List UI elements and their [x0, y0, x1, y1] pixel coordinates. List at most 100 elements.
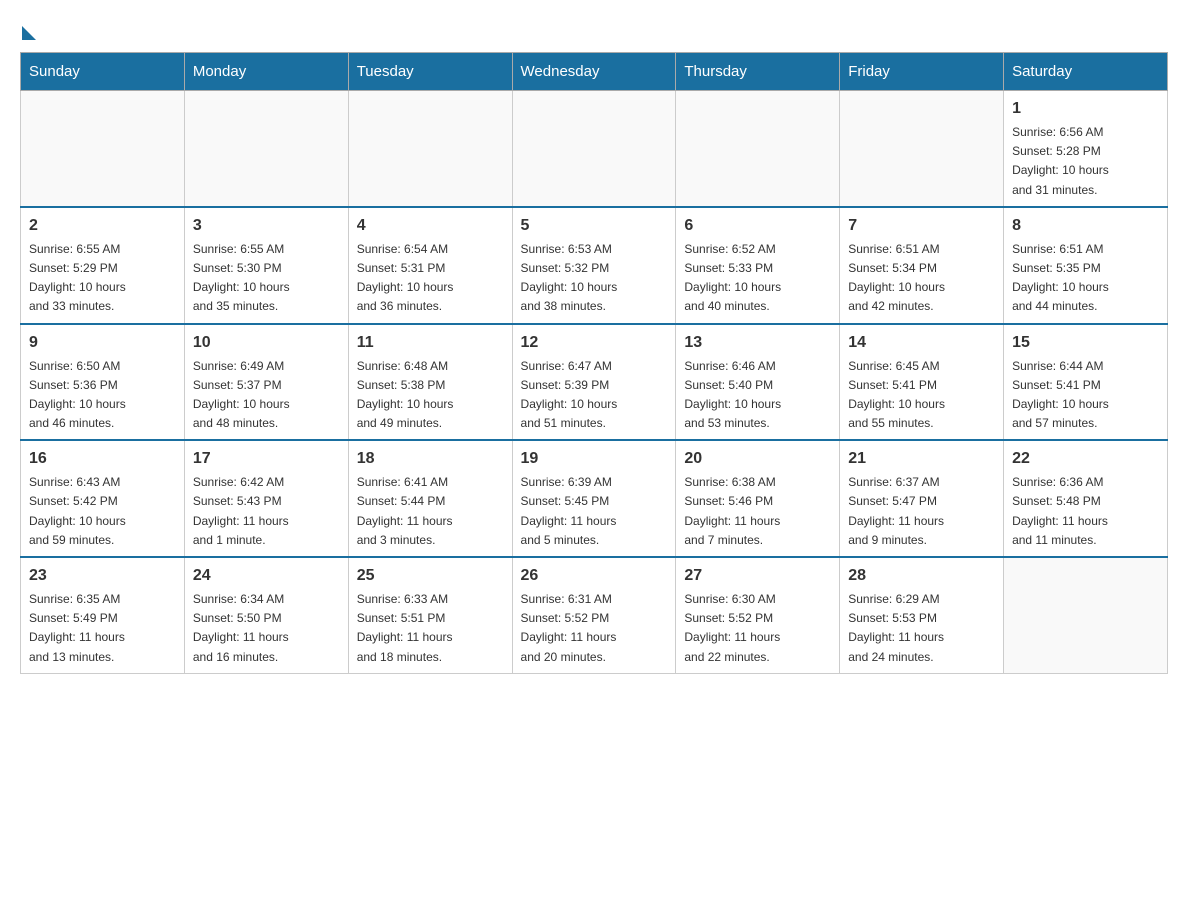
day-info: Sunrise: 6:49 AM Sunset: 5:37 PM Dayligh…	[193, 357, 340, 434]
calendar-day-cell	[676, 91, 840, 207]
calendar-day-cell: 9Sunrise: 6:50 AM Sunset: 5:36 PM Daylig…	[21, 324, 185, 441]
day-number: 21	[848, 447, 995, 471]
day-number: 23	[29, 564, 176, 588]
calendar-day-cell: 10Sunrise: 6:49 AM Sunset: 5:37 PM Dayli…	[184, 324, 348, 441]
calendar-day-cell: 6Sunrise: 6:52 AM Sunset: 5:33 PM Daylig…	[676, 207, 840, 324]
day-number: 5	[521, 214, 668, 238]
day-number: 1	[1012, 97, 1159, 121]
calendar-day-cell	[1004, 557, 1168, 673]
calendar-day-cell: 5Sunrise: 6:53 AM Sunset: 5:32 PM Daylig…	[512, 207, 676, 324]
weekday-header-friday: Friday	[840, 53, 1004, 91]
calendar-day-cell: 2Sunrise: 6:55 AM Sunset: 5:29 PM Daylig…	[21, 207, 185, 324]
calendar-day-cell: 18Sunrise: 6:41 AM Sunset: 5:44 PM Dayli…	[348, 440, 512, 557]
calendar-day-cell	[512, 91, 676, 207]
day-number: 2	[29, 214, 176, 238]
logo	[20, 20, 36, 36]
day-info: Sunrise: 6:30 AM Sunset: 5:52 PM Dayligh…	[684, 590, 831, 667]
day-number: 8	[1012, 214, 1159, 238]
calendar-day-cell: 28Sunrise: 6:29 AM Sunset: 5:53 PM Dayli…	[840, 557, 1004, 673]
calendar-day-cell: 4Sunrise: 6:54 AM Sunset: 5:31 PM Daylig…	[348, 207, 512, 324]
calendar-day-cell: 19Sunrise: 6:39 AM Sunset: 5:45 PM Dayli…	[512, 440, 676, 557]
calendar-day-cell: 16Sunrise: 6:43 AM Sunset: 5:42 PM Dayli…	[21, 440, 185, 557]
day-info: Sunrise: 6:42 AM Sunset: 5:43 PM Dayligh…	[193, 473, 340, 550]
day-info: Sunrise: 6:45 AM Sunset: 5:41 PM Dayligh…	[848, 357, 995, 434]
day-info: Sunrise: 6:29 AM Sunset: 5:53 PM Dayligh…	[848, 590, 995, 667]
day-number: 10	[193, 331, 340, 355]
calendar-table: SundayMondayTuesdayWednesdayThursdayFrid…	[20, 52, 1168, 674]
calendar-week-row: 1Sunrise: 6:56 AM Sunset: 5:28 PM Daylig…	[21, 91, 1168, 207]
weekday-header-row: SundayMondayTuesdayWednesdayThursdayFrid…	[21, 53, 1168, 91]
weekday-header-sunday: Sunday	[21, 53, 185, 91]
weekday-header-thursday: Thursday	[676, 53, 840, 91]
logo-arrow-icon	[22, 26, 36, 40]
day-number: 6	[684, 214, 831, 238]
calendar-day-cell: 8Sunrise: 6:51 AM Sunset: 5:35 PM Daylig…	[1004, 207, 1168, 324]
day-info: Sunrise: 6:48 AM Sunset: 5:38 PM Dayligh…	[357, 357, 504, 434]
day-info: Sunrise: 6:55 AM Sunset: 5:30 PM Dayligh…	[193, 240, 340, 317]
day-info: Sunrise: 6:51 AM Sunset: 5:34 PM Dayligh…	[848, 240, 995, 317]
weekday-header-saturday: Saturday	[1004, 53, 1168, 91]
weekday-header-tuesday: Tuesday	[348, 53, 512, 91]
calendar-day-cell: 17Sunrise: 6:42 AM Sunset: 5:43 PM Dayli…	[184, 440, 348, 557]
day-info: Sunrise: 6:37 AM Sunset: 5:47 PM Dayligh…	[848, 473, 995, 550]
day-info: Sunrise: 6:38 AM Sunset: 5:46 PM Dayligh…	[684, 473, 831, 550]
day-number: 19	[521, 447, 668, 471]
day-info: Sunrise: 6:35 AM Sunset: 5:49 PM Dayligh…	[29, 590, 176, 667]
calendar-day-cell: 20Sunrise: 6:38 AM Sunset: 5:46 PM Dayli…	[676, 440, 840, 557]
day-info: Sunrise: 6:36 AM Sunset: 5:48 PM Dayligh…	[1012, 473, 1159, 550]
calendar-day-cell: 25Sunrise: 6:33 AM Sunset: 5:51 PM Dayli…	[348, 557, 512, 673]
weekday-header-wednesday: Wednesday	[512, 53, 676, 91]
day-number: 16	[29, 447, 176, 471]
calendar-week-row: 2Sunrise: 6:55 AM Sunset: 5:29 PM Daylig…	[21, 207, 1168, 324]
day-info: Sunrise: 6:54 AM Sunset: 5:31 PM Dayligh…	[357, 240, 504, 317]
day-number: 7	[848, 214, 995, 238]
day-number: 17	[193, 447, 340, 471]
day-info: Sunrise: 6:44 AM Sunset: 5:41 PM Dayligh…	[1012, 357, 1159, 434]
day-info: Sunrise: 6:34 AM Sunset: 5:50 PM Dayligh…	[193, 590, 340, 667]
day-number: 18	[357, 447, 504, 471]
calendar-day-cell: 14Sunrise: 6:45 AM Sunset: 5:41 PM Dayli…	[840, 324, 1004, 441]
day-number: 27	[684, 564, 831, 588]
calendar-day-cell: 13Sunrise: 6:46 AM Sunset: 5:40 PM Dayli…	[676, 324, 840, 441]
calendar-day-cell: 23Sunrise: 6:35 AM Sunset: 5:49 PM Dayli…	[21, 557, 185, 673]
calendar-week-row: 23Sunrise: 6:35 AM Sunset: 5:49 PM Dayli…	[21, 557, 1168, 673]
page-header	[20, 20, 1168, 36]
day-info: Sunrise: 6:52 AM Sunset: 5:33 PM Dayligh…	[684, 240, 831, 317]
day-number: 24	[193, 564, 340, 588]
calendar-day-cell: 24Sunrise: 6:34 AM Sunset: 5:50 PM Dayli…	[184, 557, 348, 673]
calendar-day-cell	[348, 91, 512, 207]
calendar-day-cell: 7Sunrise: 6:51 AM Sunset: 5:34 PM Daylig…	[840, 207, 1004, 324]
day-info: Sunrise: 6:50 AM Sunset: 5:36 PM Dayligh…	[29, 357, 176, 434]
day-number: 12	[521, 331, 668, 355]
calendar-week-row: 9Sunrise: 6:50 AM Sunset: 5:36 PM Daylig…	[21, 324, 1168, 441]
day-number: 26	[521, 564, 668, 588]
calendar-day-cell: 15Sunrise: 6:44 AM Sunset: 5:41 PM Dayli…	[1004, 324, 1168, 441]
day-info: Sunrise: 6:56 AM Sunset: 5:28 PM Dayligh…	[1012, 123, 1159, 200]
day-number: 14	[848, 331, 995, 355]
day-info: Sunrise: 6:41 AM Sunset: 5:44 PM Dayligh…	[357, 473, 504, 550]
day-info: Sunrise: 6:51 AM Sunset: 5:35 PM Dayligh…	[1012, 240, 1159, 317]
calendar-day-cell: 3Sunrise: 6:55 AM Sunset: 5:30 PM Daylig…	[184, 207, 348, 324]
day-number: 15	[1012, 331, 1159, 355]
weekday-header-monday: Monday	[184, 53, 348, 91]
day-info: Sunrise: 6:46 AM Sunset: 5:40 PM Dayligh…	[684, 357, 831, 434]
calendar-day-cell	[21, 91, 185, 207]
calendar-day-cell	[840, 91, 1004, 207]
calendar-week-row: 16Sunrise: 6:43 AM Sunset: 5:42 PM Dayli…	[21, 440, 1168, 557]
calendar-day-cell: 21Sunrise: 6:37 AM Sunset: 5:47 PM Dayli…	[840, 440, 1004, 557]
day-info: Sunrise: 6:33 AM Sunset: 5:51 PM Dayligh…	[357, 590, 504, 667]
calendar-day-cell: 22Sunrise: 6:36 AM Sunset: 5:48 PM Dayli…	[1004, 440, 1168, 557]
calendar-day-cell: 27Sunrise: 6:30 AM Sunset: 5:52 PM Dayli…	[676, 557, 840, 673]
calendar-day-cell: 1Sunrise: 6:56 AM Sunset: 5:28 PM Daylig…	[1004, 91, 1168, 207]
day-number: 13	[684, 331, 831, 355]
day-number: 25	[357, 564, 504, 588]
day-info: Sunrise: 6:43 AM Sunset: 5:42 PM Dayligh…	[29, 473, 176, 550]
day-info: Sunrise: 6:39 AM Sunset: 5:45 PM Dayligh…	[521, 473, 668, 550]
day-number: 28	[848, 564, 995, 588]
day-number: 22	[1012, 447, 1159, 471]
day-number: 9	[29, 331, 176, 355]
calendar-day-cell: 12Sunrise: 6:47 AM Sunset: 5:39 PM Dayli…	[512, 324, 676, 441]
day-number: 11	[357, 331, 504, 355]
day-info: Sunrise: 6:53 AM Sunset: 5:32 PM Dayligh…	[521, 240, 668, 317]
day-info: Sunrise: 6:47 AM Sunset: 5:39 PM Dayligh…	[521, 357, 668, 434]
